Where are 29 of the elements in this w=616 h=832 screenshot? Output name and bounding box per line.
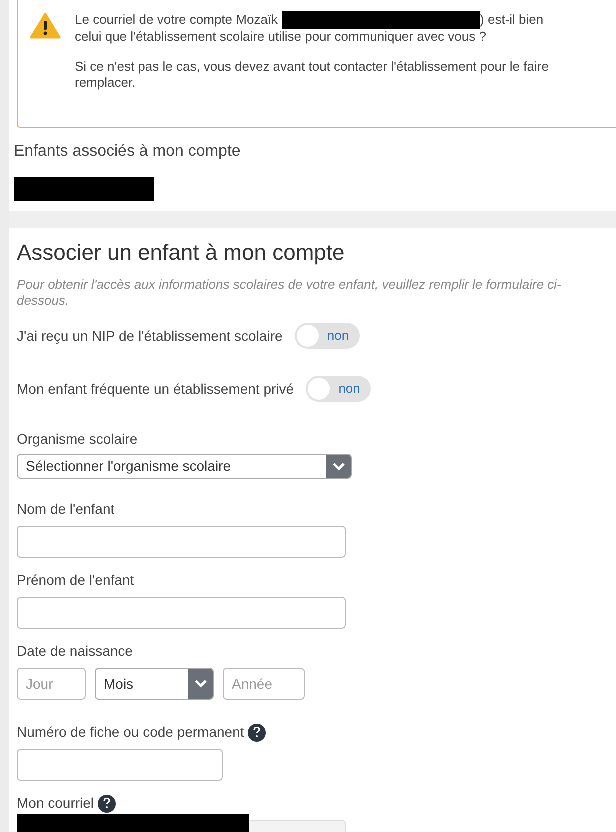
field-label: Mon enfant fréquente un établissement privé (17, 380, 294, 399)
field-label: Organisme scolaire (17, 430, 138, 449)
field-label: Prénom de l'enfant (17, 571, 134, 590)
input-field[interactable] (17, 526, 346, 558)
form-intro: Pour obtenir l'accès aux informations scolaires de votre enfant, veuillez remplir le formulaire ci-dessous. (17, 277, 562, 309)
input-field[interactable] (17, 749, 223, 781)
form-title: Associer un enfant à mon compte (17, 239, 346, 267)
help-icon[interactable] (248, 724, 266, 742)
day-field[interactable]: Jour (17, 668, 86, 700)
help-icon[interactable] (98, 794, 116, 812)
field-label: J'ai reçu un NIP de l'établissement scolaire (17, 326, 283, 346)
field-label: Nom de l'enfant (17, 500, 115, 519)
alert-text: Si ce n'est pas le cas, vous devez avant tout contacter l'établissement pour le faire remplacer. (75, 59, 550, 91)
chevron-down-icon (194, 679, 208, 689)
toggle-switch[interactable]: non (306, 376, 372, 402)
alert-text: ) est-il bien (480, 12, 544, 28)
input-field[interactable] (17, 597, 346, 629)
toggle-switch[interactable]: non (294, 323, 360, 349)
chevron-down-icon (332, 462, 346, 472)
month-select[interactable]: Mois (95, 668, 214, 700)
year-field[interactable]: Année (223, 668, 305, 700)
alert-text: celui que l'établissement scolaire utilise pour communiquer avec vous ? (75, 29, 488, 45)
field-label: Numéro de fiche ou code permanent (17, 723, 244, 742)
alert-text: Le courriel de votre compte Mozaïk (75, 12, 278, 28)
school-select[interactable]: Sélectionner l'organisme scolaire (17, 454, 352, 479)
warning-icon (30, 13, 61, 39)
section-title: Enfants associés à mon compte (14, 142, 242, 162)
field-label: Mon courriel (17, 794, 94, 813)
field-label: Date de naissance (17, 642, 133, 661)
